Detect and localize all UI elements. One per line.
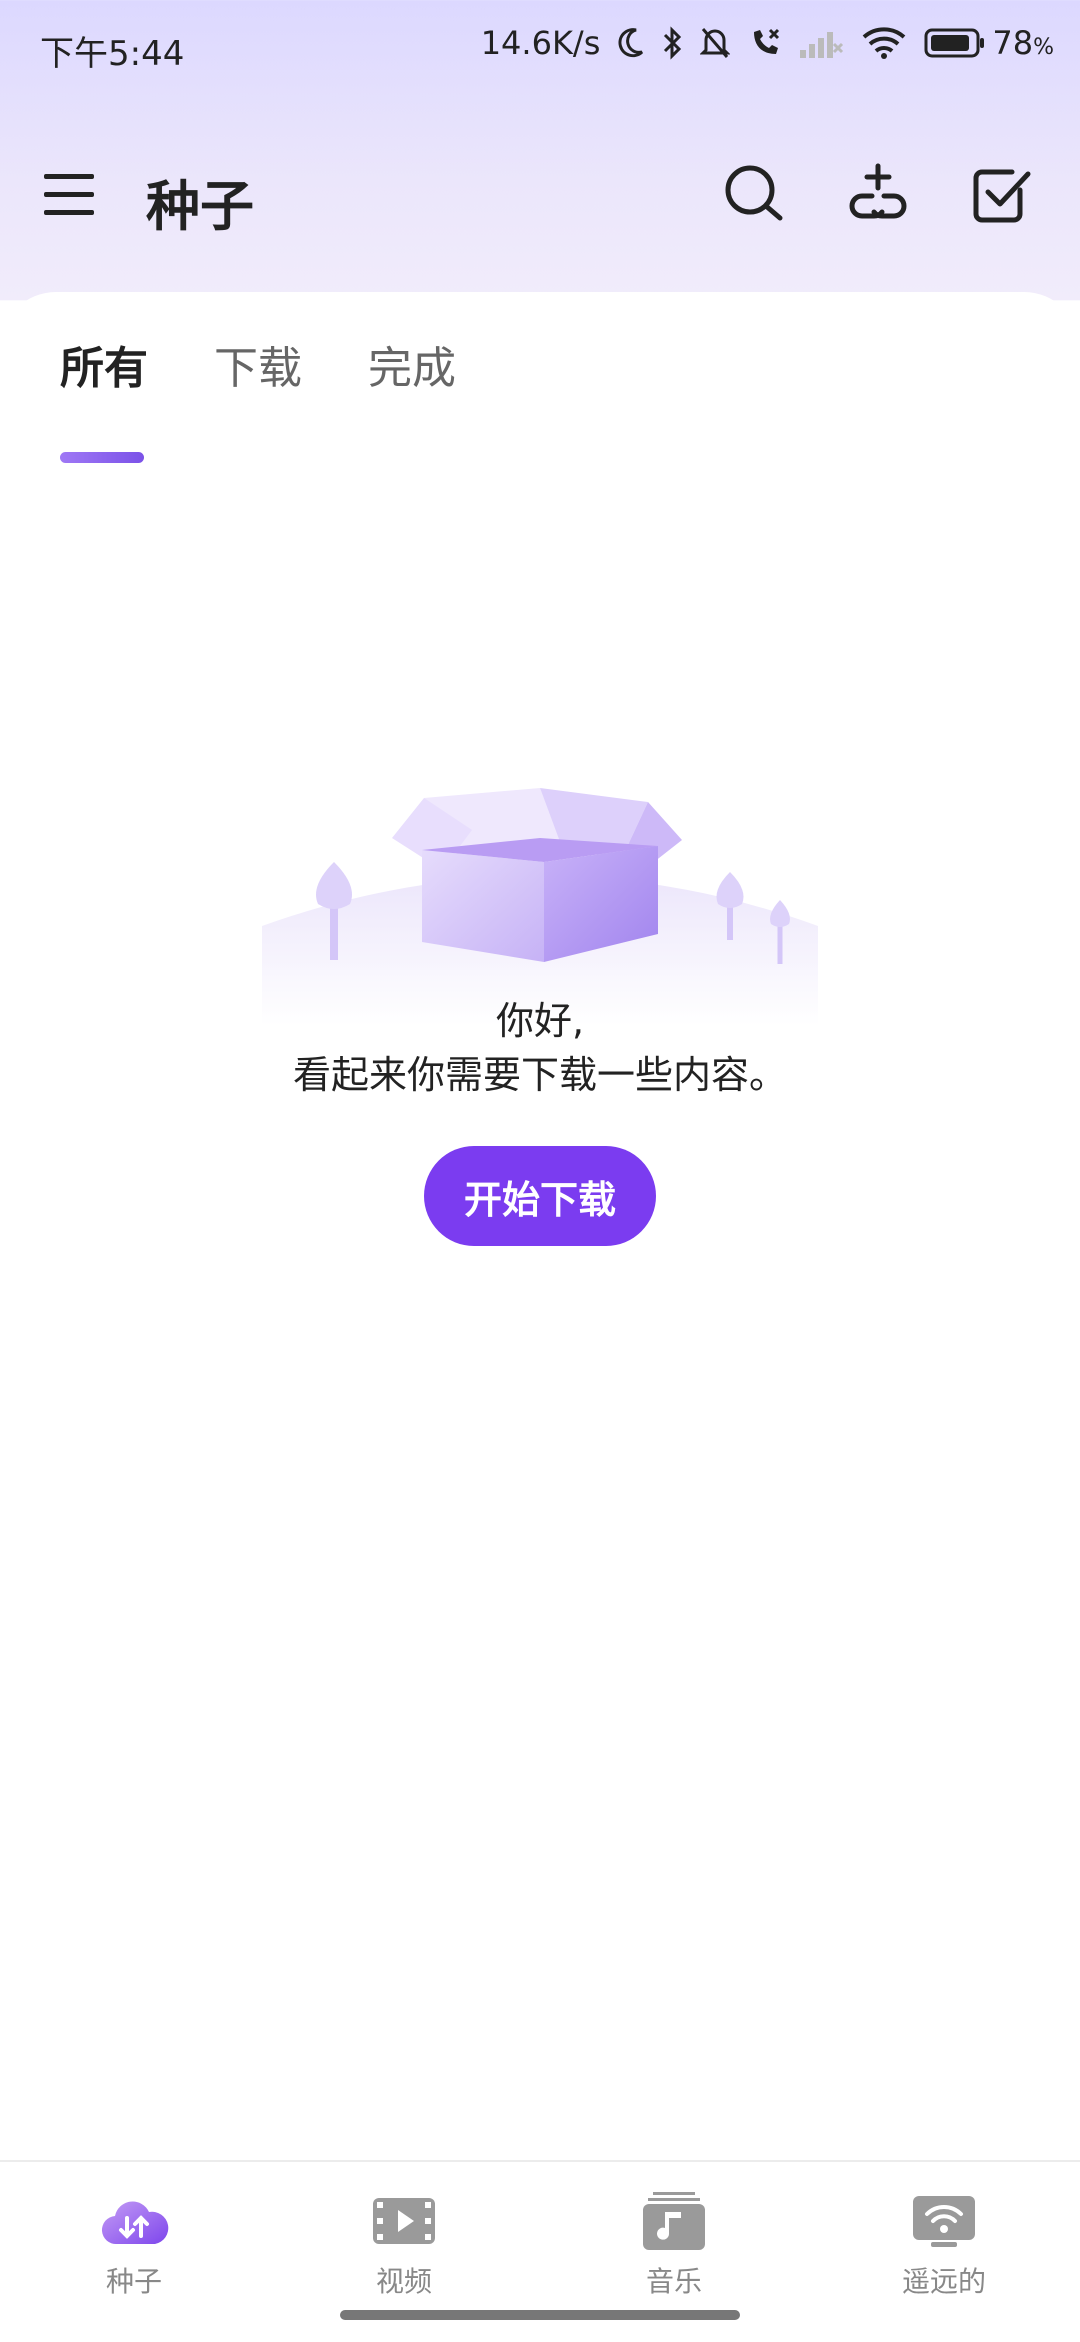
tab-all[interactable]: 所有 (60, 332, 148, 396)
start-download-button[interactable]: 开始下载 (424, 1146, 656, 1246)
remote-wifi-icon (913, 2196, 975, 2247)
nav-item-torrents[interactable]: 种子 (34, 2192, 234, 2300)
home-indicator[interactable] (340, 2310, 740, 2320)
signal-icon (800, 32, 844, 58)
cloud-transfer-icon (101, 2201, 169, 2245)
search-icon[interactable] (722, 162, 786, 226)
tab-indicator (60, 452, 144, 463)
nav-label-torrents: 种子 (105, 2265, 162, 2298)
nav-label-videos: 视频 (375, 2265, 432, 2298)
mute-bell-icon (700, 28, 731, 58)
tab-downloading[interactable]: 下载 (214, 332, 302, 396)
film-icon (373, 2198, 435, 2244)
call-missed-icon (754, 28, 780, 54)
tab-bar: 所有 下载 完成 (0, 332, 1080, 463)
music-icon (643, 2192, 705, 2250)
add-link-icon[interactable] (846, 162, 910, 226)
bluetooth-icon (664, 26, 682, 60)
network-speed: 14.6K/s (480, 24, 601, 62)
page-title: 种子 (146, 175, 254, 238)
wifi-icon (863, 27, 906, 59)
menu-icon[interactable] (40, 170, 100, 220)
moon-icon (618, 28, 644, 58)
status-time: 下午5:44 (40, 34, 185, 74)
checkbox-select-icon[interactable] (970, 162, 1034, 226)
nav-item-music[interactable]: 音乐 (574, 2192, 774, 2300)
battery-level: 78% (992, 24, 1054, 62)
status-icons: 14.6K/s 78% (481, 24, 1054, 62)
app-bar: 种子 (0, 140, 1080, 250)
nav-item-videos[interactable]: 视频 (304, 2192, 504, 2300)
nav-label-music: 音乐 (645, 2265, 702, 2298)
empty-box-illustration (262, 788, 818, 1026)
battery-icon (924, 28, 985, 58)
empty-state-message: 看起来你需要下载一些内容。 (292, 1053, 787, 1097)
status-bar: 下午5:44 14.6K/s 78% (0, 0, 1080, 100)
nav-label-remote: 遥远的 (901, 2265, 986, 2298)
tab-completed[interactable]: 完成 (368, 332, 456, 396)
battery: 78% (924, 24, 1054, 62)
empty-state-greeting: 你好, (495, 999, 585, 1043)
nav-item-remote[interactable]: 遥远的 (844, 2192, 1044, 2300)
